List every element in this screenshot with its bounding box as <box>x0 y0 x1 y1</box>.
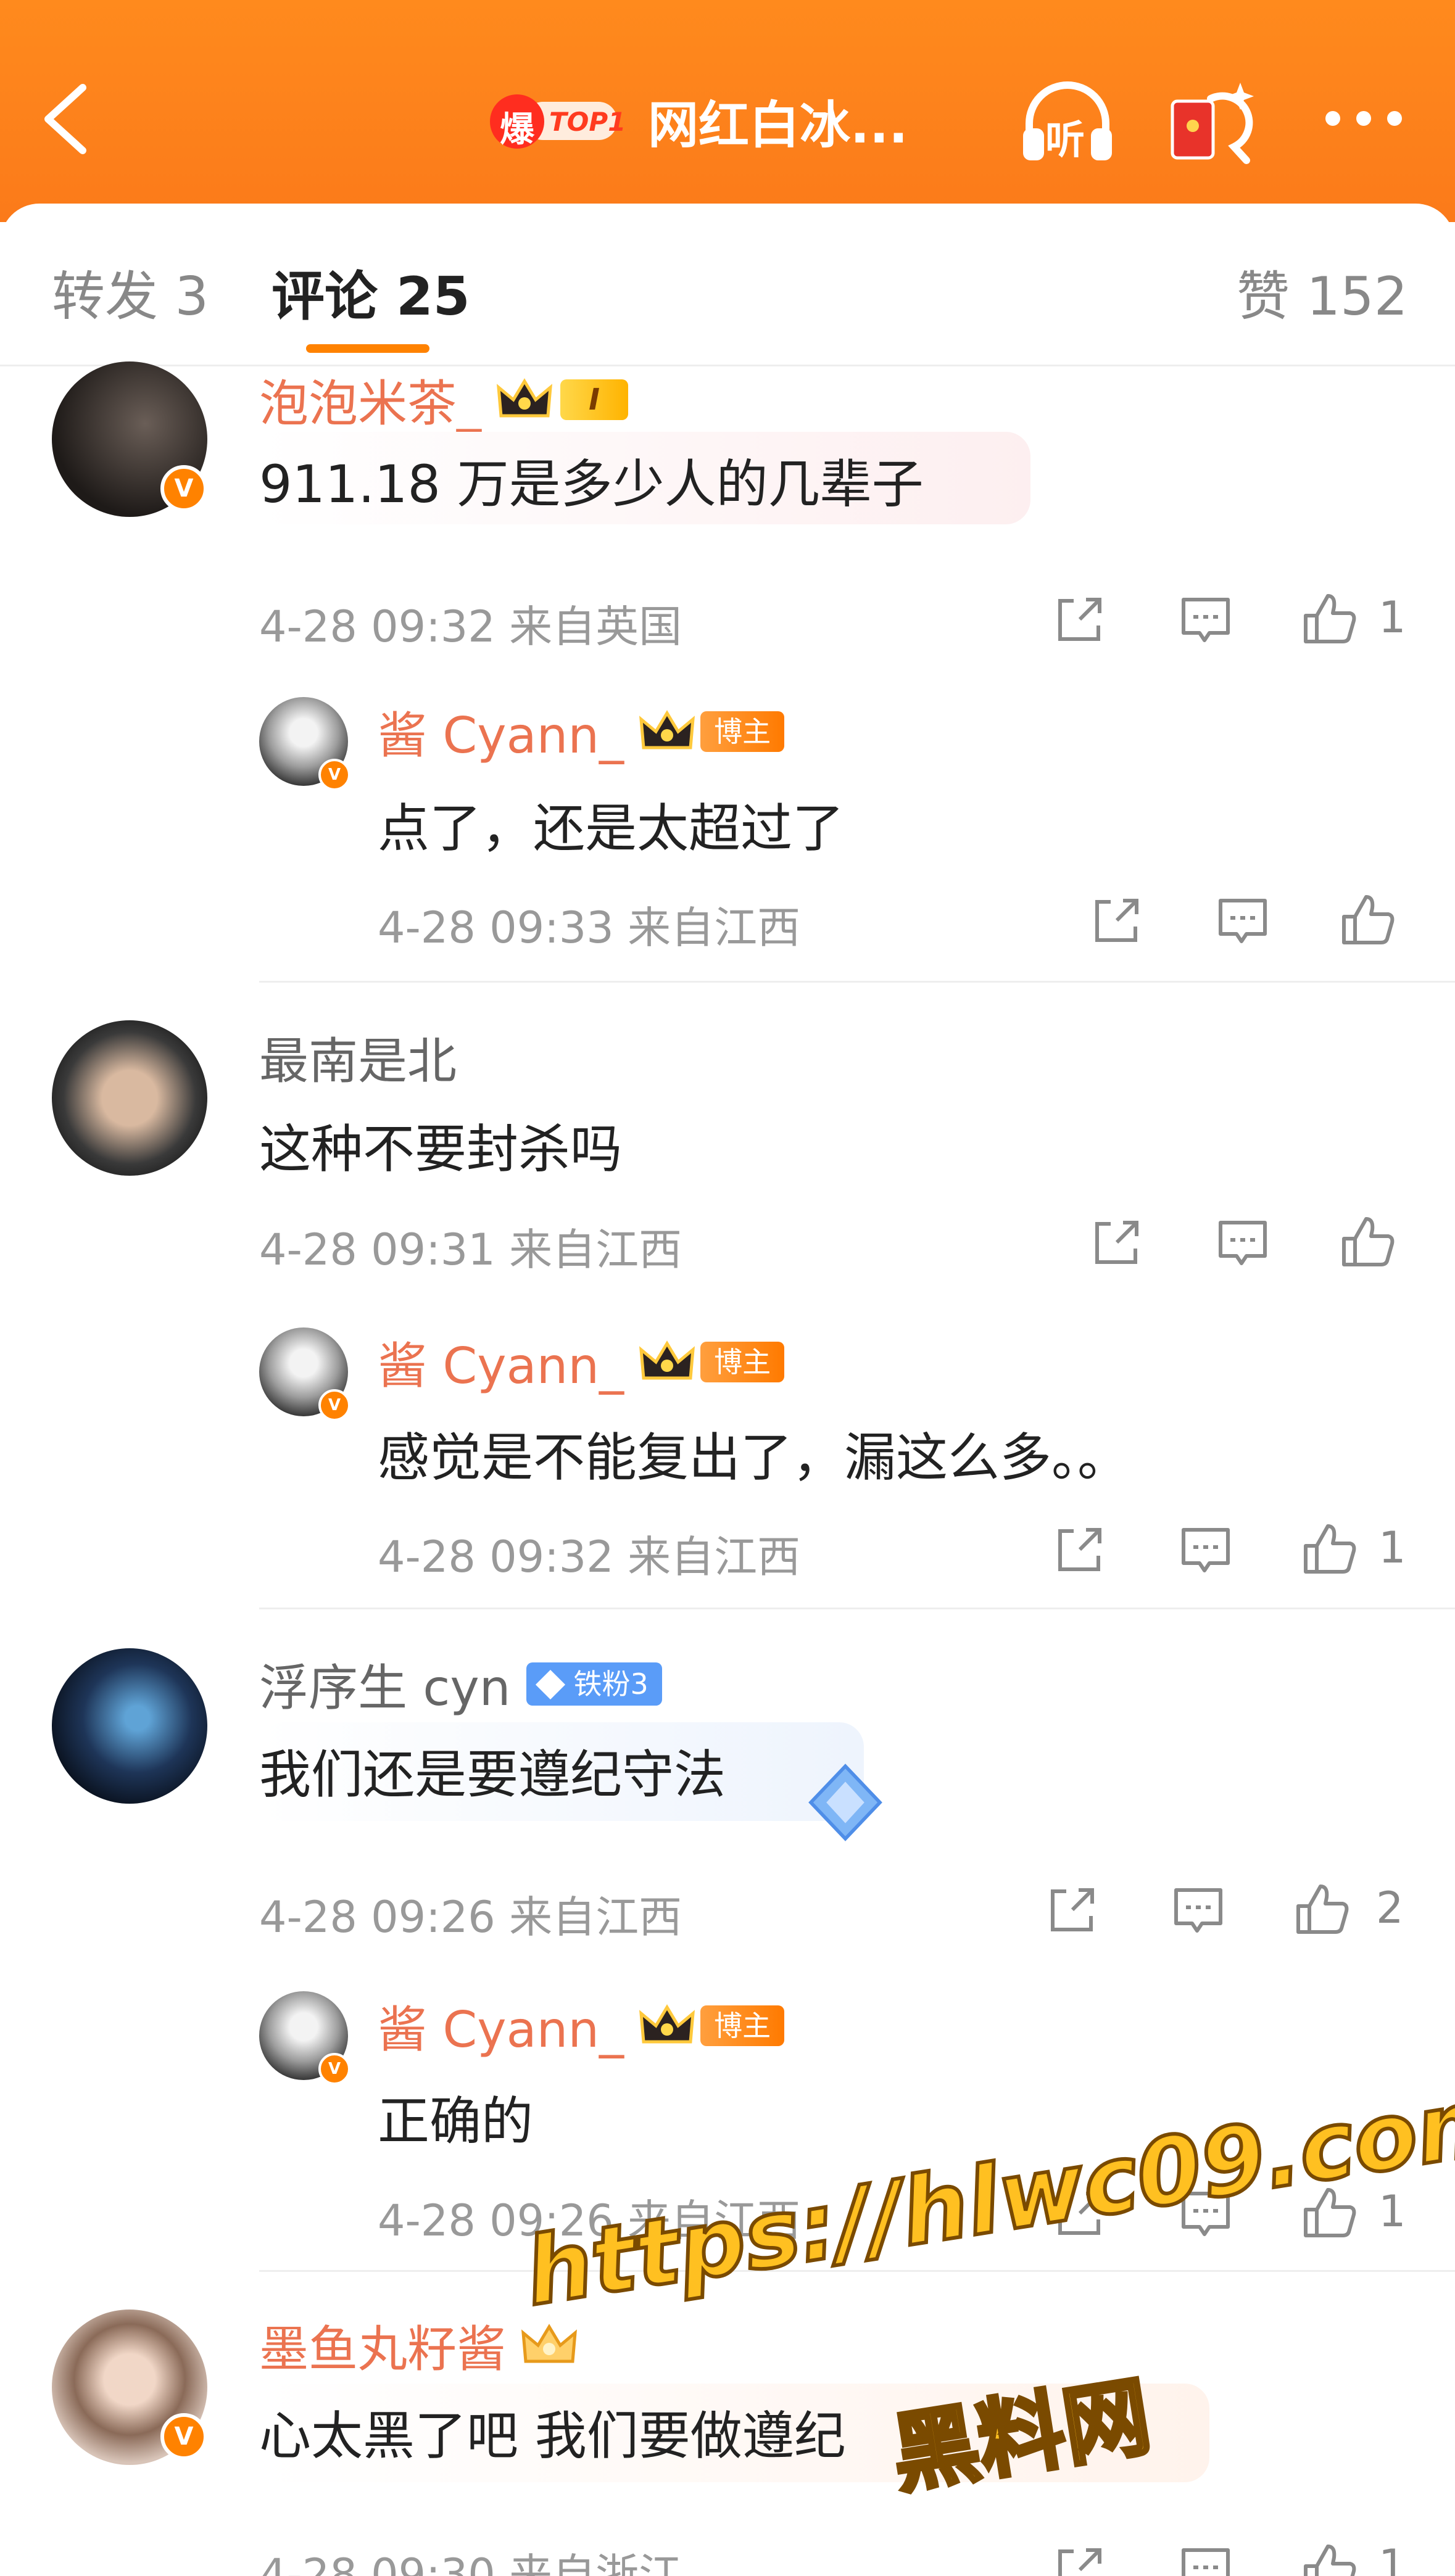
reply-icon[interactable] <box>1175 2539 1237 2576</box>
post-title-area[interactable]: 爆 TOP1 网红白冰... <box>487 80 908 160</box>
like-icon[interactable] <box>1298 588 1360 650</box>
comment-username[interactable]: 墨鱼丸籽酱 <box>259 2310 579 2381</box>
reply-username[interactable]: 酱 Cyann_ 博主 <box>378 1326 785 1398</box>
more-icon <box>1325 111 1402 126</box>
hot-top1-badge: 爆 TOP1 <box>487 89 626 151</box>
reply-text: 点了，还是太超过了 <box>378 798 845 859</box>
red-packet-icon <box>1171 83 1254 164</box>
username-text: 酱 Cyann_ <box>378 707 624 764</box>
top-bar: 爆 TOP1 网红白冰... 听 <box>0 0 1455 222</box>
reply-text: 正确的 <box>378 2091 534 2152</box>
comment-text: 911.18 万是多少人的几辈子 <box>259 454 924 514</box>
crown-icon <box>521 2324 578 2363</box>
tab-bar: 转发 3 评论 25 赞 152 <box>0 204 1455 366</box>
share-icon[interactable] <box>1049 1519 1111 1580</box>
author-badge: 博主 <box>700 2005 785 2046</box>
username-text: 酱 Cyann_ <box>378 1337 624 1395</box>
more-button[interactable] <box>1314 74 1413 167</box>
comment-username[interactable]: 最南是北 <box>259 1022 457 1093</box>
like-icon[interactable] <box>1337 1212 1398 1273</box>
verified-badge-icon: V <box>318 2053 350 2085</box>
like-icon[interactable] <box>1298 1519 1360 1580</box>
listen-button[interactable]: 听 <box>1018 74 1117 167</box>
share-icon[interactable] <box>1086 1212 1148 1273</box>
share-icon[interactable] <box>1049 588 1111 650</box>
crown-icon <box>639 1340 695 1380</box>
crown-icon <box>639 710 695 749</box>
username-text: 泡泡米茶_ <box>259 375 481 432</box>
tab-repost[interactable]: 转发 3 <box>52 253 209 330</box>
author-badge: 博主 <box>700 711 785 752</box>
divider <box>259 981 1455 983</box>
like-count: 2 <box>1376 1883 1404 1933</box>
avatar[interactable] <box>52 1648 207 1804</box>
username-text: 最南是北 <box>259 1033 457 1090</box>
tab-likes[interactable]: 赞 152 <box>1237 253 1407 330</box>
hot-badge-rank: TOP1 <box>549 107 626 137</box>
reply-meta: 4-28 09:32 来自江西 <box>378 1532 801 1582</box>
verified-badge-icon: V <box>160 2413 207 2460</box>
reply-icon[interactable] <box>1212 1212 1274 1273</box>
like-count: 1 <box>1378 592 1406 643</box>
reply-username[interactable]: 酱 Cyann_ 博主 <box>378 1990 785 2062</box>
verified-badge-icon: V <box>318 759 350 791</box>
share-icon[interactable] <box>1049 2539 1111 2576</box>
verified-badge-icon: V <box>318 1389 350 1421</box>
crown-icon <box>496 378 553 418</box>
reply-username[interactable]: 酱 Cyann_ 博主 <box>378 696 785 767</box>
reply-icon[interactable] <box>1175 588 1237 650</box>
verified-badge-icon: V <box>160 465 207 512</box>
comment-meta: 4-28 09:30 来自浙江 <box>259 2549 682 2576</box>
like-count: 1 <box>1378 2186 1406 2237</box>
comment-meta: 4-28 09:32 来自英国 <box>259 601 682 652</box>
avatar[interactable] <box>52 1020 207 1176</box>
reply-meta: 4-28 09:33 来自江西 <box>378 902 801 953</box>
crown-icon <box>639 2004 695 2044</box>
comment-item: 最南是北 这种不要封杀吗 4-28 09:31 来自江西 V 酱 Cyann_ … <box>0 1020 1455 1600</box>
comment-username[interactable]: 浮序生 cyn 铁粉3 <box>259 1648 662 1720</box>
divider <box>259 1608 1455 1609</box>
username-text: 酱 Cyann_ <box>378 2001 624 2058</box>
comment-meta: 4-28 09:31 来自江西 <box>259 1224 682 1275</box>
like-icon[interactable] <box>1337 890 1398 951</box>
reply-icon[interactable] <box>1167 1879 1229 1941</box>
share-icon[interactable] <box>1086 890 1148 951</box>
comment-item: V 泡泡米茶_ I 911.18 万是多少人的几辈子 4-28 09:32 来自… <box>0 361 1455 981</box>
comment-text: 我们还是要遵纪守法 <box>259 1744 726 1805</box>
comment-item: V 墨鱼丸籽酱 心太黑了吧 我们要做遵纪 4-28 09:30 来自浙江 1 <box>0 2310 1455 2576</box>
like-icon[interactable] <box>1291 1879 1353 1941</box>
comment-meta: 4-28 09:26 来自江西 <box>259 1892 682 1942</box>
red-packet-button[interactable] <box>1160 74 1259 167</box>
comment-text: 心太黑了吧 我们要做遵纪 <box>259 2406 846 2466</box>
fan-level-text: 铁粉3 <box>573 1667 649 1701</box>
back-icon[interactable] <box>39 79 94 159</box>
level-badge: I <box>560 379 628 420</box>
fan-level-badge: 铁粉3 <box>526 1662 662 1706</box>
like-count: 1 <box>1378 1522 1406 1573</box>
reply-icon[interactable] <box>1212 890 1274 951</box>
active-tab-indicator <box>306 344 429 353</box>
reply-icon[interactable] <box>1175 1519 1237 1580</box>
reply-text: 感觉是不能复出了，漏这么多。。 <box>378 1427 1130 1488</box>
listen-label: 听 <box>1045 118 1085 163</box>
post-title: 网红白冰... <box>648 96 908 155</box>
hot-badge-char: 爆 <box>500 110 534 150</box>
diamond-sticker-icon <box>808 1764 882 1841</box>
username-text: 墨鱼丸籽酱 <box>259 2321 506 2378</box>
diamond-icon <box>536 1669 566 1700</box>
comment-text: 这种不要封杀吗 <box>259 1119 623 1179</box>
author-badge: 博主 <box>700 1342 785 1382</box>
comment-username[interactable]: 泡泡米茶_ I <box>259 364 628 436</box>
like-count: 1 <box>1378 2540 1406 2576</box>
like-icon[interactable] <box>1298 2539 1360 2576</box>
share-icon[interactable] <box>1042 1879 1103 1941</box>
username-text: 浮序生 cyn <box>259 1659 511 1717</box>
tab-comments[interactable]: 评论 25 <box>272 253 470 330</box>
